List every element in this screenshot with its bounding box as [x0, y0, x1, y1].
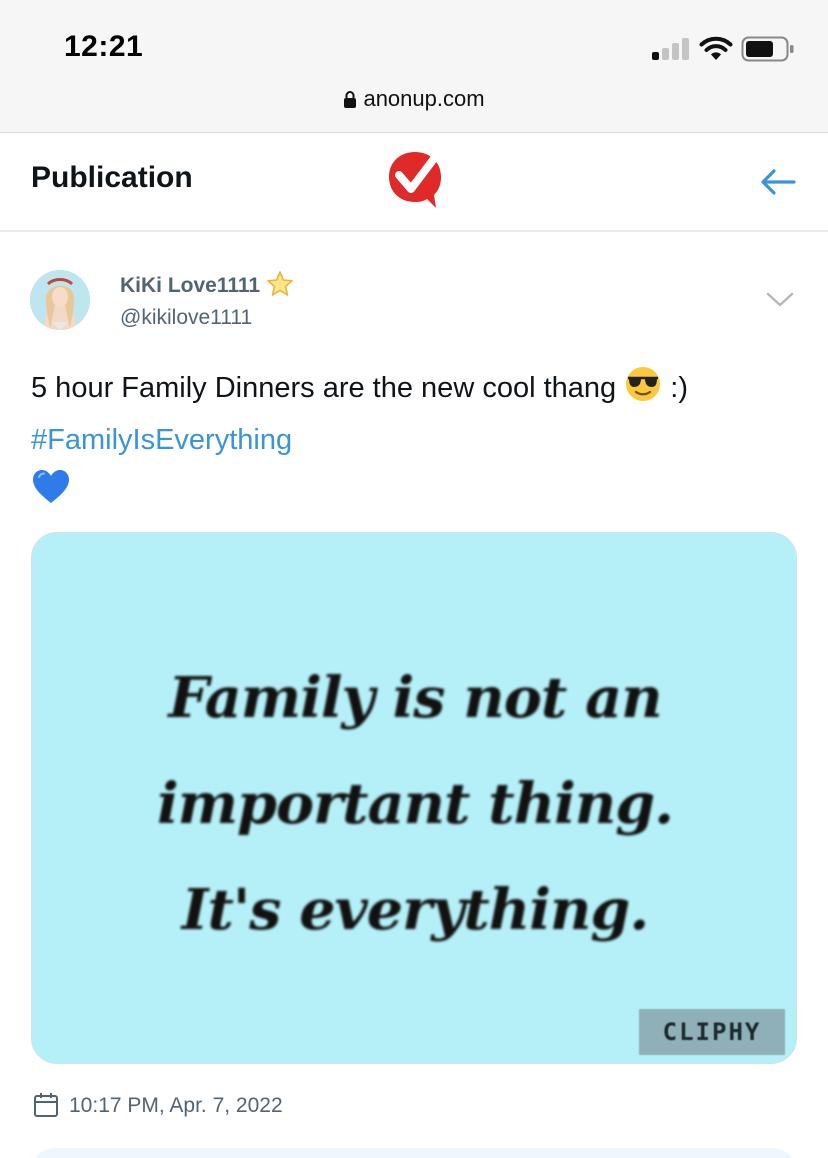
app-header: Publication: [0, 134, 828, 232]
post-text: 5 hour Family Dinners are the new cool t…: [31, 372, 617, 404]
display-name[interactable]: KiKi Love1111: [120, 270, 294, 298]
post-hashtag-line: #FamilyIsEverything: [31, 414, 801, 466]
user-handle[interactable]: @kikilove1111: [120, 306, 252, 330]
display-name-text: KiKi Love1111: [120, 274, 261, 297]
media-quote-line: It's everything.: [181, 877, 649, 943]
sunglasses-face-icon: [626, 367, 661, 401]
arrow-left-icon[interactable]: [758, 162, 798, 202]
media-quote-line: Family is not an: [168, 665, 662, 731]
calendar-icon: [34, 1093, 58, 1117]
post-body: 5 hour Family Dinners are the new cool t…: [31, 362, 801, 518]
page-title: Publication: [31, 161, 193, 194]
address-bar[interactable]: anonup.com: [0, 86, 828, 112]
lock-icon: [344, 91, 357, 108]
timestamp-text: 10:17 PM, Apr. 7, 2022: [69, 1094, 283, 1117]
post-media-image[interactable]: Family is not an important thing. It's e…: [31, 532, 797, 1064]
watermark: CLIPHY: [639, 1009, 785, 1055]
profile-photo: [30, 270, 90, 330]
hashtag-link[interactable]: #FamilyIsEverything: [31, 424, 292, 456]
wifi-icon: [699, 36, 733, 60]
anonup-check-logo-icon[interactable]: [386, 148, 444, 212]
battery-icon: [741, 36, 794, 62]
post-heart-line: [31, 466, 801, 518]
blue-heart-icon: [33, 470, 69, 503]
post-text-smiley: :): [670, 372, 688, 404]
browser-chrome: 12:21 anonup.com: [0, 0, 828, 133]
avatar[interactable]: [30, 270, 90, 330]
next-section-card: [31, 1148, 797, 1158]
star-badge-icon: [267, 271, 293, 296]
post-timestamp: 10:17 PM, Apr. 7, 2022: [33, 1092, 283, 1122]
post-text-line: 5 hour Family Dinners are the new cool t…: [31, 362, 801, 414]
url-text: anonup.com: [363, 86, 485, 111]
chevron-down-icon[interactable]: [764, 290, 796, 310]
media-quote: Family is not an important thing. It's e…: [32, 645, 796, 963]
media-quote-line: important thing.: [156, 771, 674, 837]
status-time: 12:21: [64, 30, 144, 63]
cellular-signal-icon: [652, 38, 692, 60]
